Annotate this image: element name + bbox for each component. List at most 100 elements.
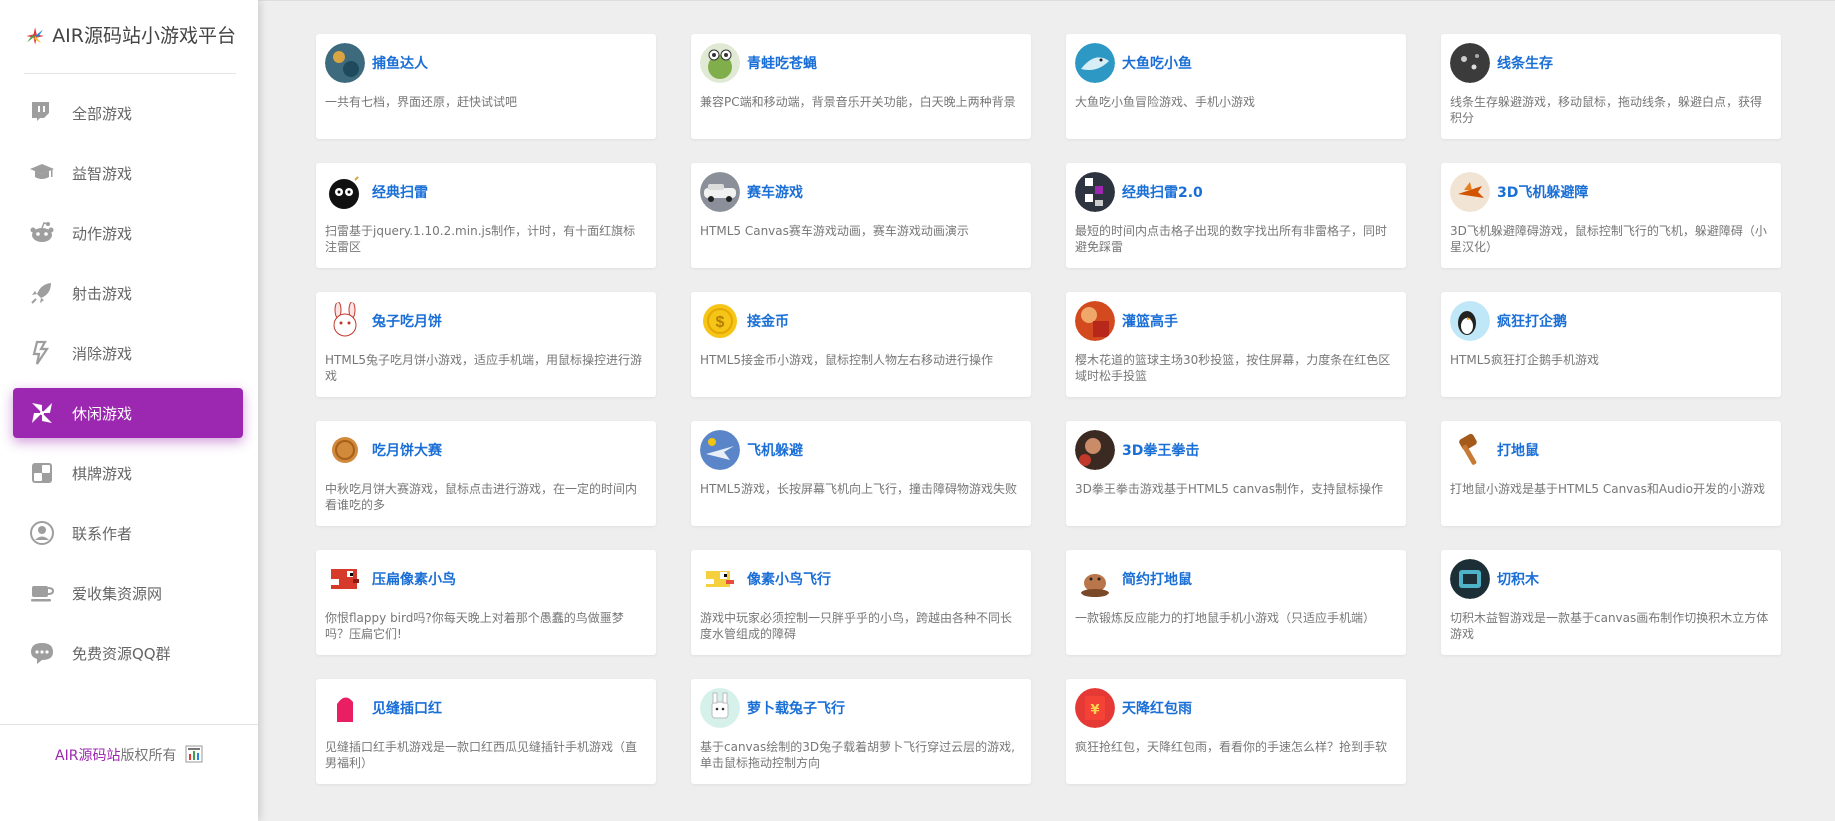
jet-icon[interactable]	[700, 430, 740, 470]
sidebar-item-label: 休闲游戏	[72, 404, 133, 423]
game-card[interactable]: 压扁像素小鸟你恨flappy bird吗?你每天晚上对着那个愚蠢的鸟做噩梦吗？压…	[316, 550, 656, 655]
game-title-link[interactable]: 飞机躲避	[747, 440, 803, 460]
game-card[interactable]: ¥ 天降红包雨 疯狂抢红包，天降红包雨，看看你的手速怎么样？抢到手软	[1066, 679, 1406, 784]
game-card[interactable]: 经典扫雷2.0 最短的时间内点击格子出现的数字找出所有非雷格子，同时避免踩雷	[1066, 163, 1406, 268]
game-card[interactable]: 经典扫雷 扫雷基于jquery.1.10.2.min.js制作，计时，有十面红旗标…	[316, 163, 656, 268]
svg-text:¥: ¥	[1090, 703, 1099, 718]
game-title-link[interactable]: 经典扫雷	[372, 182, 428, 202]
sidebar-item-0[interactable]: 全部游戏	[13, 88, 243, 138]
game-card[interactable]: $ 接金币 HTML5接金币小游戏，鼠标控制人物左右移动进行操作	[691, 292, 1031, 397]
game-description: 3D飞机躲避障碍游戏，鼠标控制飞行的飞机，躲避障碍（小星汉化）	[1450, 224, 1767, 254]
game-title-link[interactable]: 吃月饼大赛	[372, 440, 442, 460]
sidebar-item-1[interactable]: 益智游戏	[13, 148, 243, 198]
sidebar-item-8[interactable]: 爱收集资源网	[13, 568, 243, 618]
mole-icon[interactable]	[1075, 559, 1115, 599]
game-title-link[interactable]: 大鱼吃小鱼	[1122, 53, 1192, 73]
game-card[interactable]: 线条生存 线条生存躲避游戏，移动鼠标，拖动线条，躲避白点，获得积分	[1441, 34, 1781, 139]
game-description: HTML5游戏，长按屏幕飞机向上飞行，撞击障碍物游戏失败	[700, 482, 1018, 496]
stats-badge-icon[interactable]	[185, 745, 203, 763]
game-title-link[interactable]: 疯狂打企鹅	[1497, 311, 1567, 331]
game-card[interactable]: 灌篮高手樱木花道的篮球主场30秒投篮，按住屏幕，力度条在红色区域时松手投篮	[1066, 292, 1406, 397]
game-description: HTML5 Canvas赛车游戏动画，赛车游戏动画演示	[700, 224, 969, 238]
racecar-icon[interactable]	[700, 172, 740, 212]
game-card[interactable]: 吃月饼大赛中秋吃月饼大赛游戏，鼠标点击进行游戏，在一定的时间内看谁吃的多	[316, 421, 656, 526]
game-card[interactable]: 青蛙吃苍蝇 兼容PC端和移动端，背景音乐开关功能，白天晚上两种背景	[691, 34, 1031, 139]
mooncake-icon[interactable]	[325, 430, 365, 470]
game-description: 基于canvas绘制的3D兔子载着胡萝卜飞行穿过云层的游戏,单击鼠标拖动控制方向	[700, 740, 1015, 770]
game-card[interactable]: 见缝插口红 见缝插口红手机游戏是一款口红西瓜见缝插针手机游戏（直男福利）	[316, 679, 656, 784]
bunny-flight-icon[interactable]	[700, 688, 740, 728]
game-title-link[interactable]: 经典扫雷2.0	[1122, 182, 1203, 202]
sidebar-footer: AIR源码站版权所有	[0, 745, 258, 765]
game-description: HTML5兔子吃月饼小游戏，适应手机端，用鼠标操控进行游戏	[325, 353, 643, 383]
game-title-link[interactable]: 压扁像素小鸟	[372, 569, 456, 589]
game-title-link[interactable]: 天降红包雨	[1122, 698, 1192, 718]
game-title-link[interactable]: 灌篮高手	[1122, 311, 1178, 331]
red-envelope-icon[interactable]: ¥	[1075, 688, 1115, 728]
game-title-link[interactable]: 像素小鸟飞行	[747, 569, 831, 589]
game-title-link[interactable]: 捕鱼达人	[372, 53, 428, 73]
sidebar-item-3[interactable]: 射击游戏	[13, 268, 243, 318]
game-title-link[interactable]: 青蛙吃苍蝇	[747, 53, 817, 73]
game-card[interactable]: 疯狂打企鹅 HTML5疯狂打企鹅手机游戏	[1441, 292, 1781, 397]
boxer-icon[interactable]	[1075, 430, 1115, 470]
game-description: 樱木花道的篮球主场30秒投篮，按住屏幕，力度条在红色区域时松手投篮	[1075, 353, 1391, 383]
game-card[interactable]: 3D飞机躲避障 3D飞机躲避障碍游戏，鼠标控制飞行的飞机，躲避障碍（小星汉化）	[1441, 163, 1781, 268]
game-description: 你恨flappy bird吗?你每天晚上对着那个愚蠢的鸟做噩梦吗？压扁它们!	[325, 611, 624, 641]
game-title-link[interactable]: 见缝插口红	[372, 698, 442, 718]
game-card[interactable]: 捕鱼达人一共有七档，界面还原，赶快试试吧	[316, 34, 656, 139]
game-title-link[interactable]: 线条生存	[1497, 53, 1553, 73]
brand[interactable]: AIR源码站小游戏平台	[24, 22, 236, 74]
sidebar-item-2[interactable]: 动作游戏	[13, 208, 243, 258]
rocket-icon	[29, 280, 55, 306]
game-card[interactable]: 兔子吃月饼 HTML5兔子吃月饼小游戏，适应手机端，用鼠标操控进行游戏	[316, 292, 656, 397]
lipstick-icon[interactable]	[325, 688, 365, 728]
game-card[interactable]: 打地鼠 打地鼠小游戏是基于HTML5 Canvas和Audio开发的小游戏	[1441, 421, 1781, 526]
game-card[interactable]: 萝卜载兔子飞行基于canvas绘制的3D兔子载着胡萝卜飞行穿过云层的游戏,单击鼠…	[691, 679, 1031, 784]
game-card[interactable]: 赛车游戏 HTML5 Canvas赛车游戏动画，赛车游戏动画演示	[691, 163, 1031, 268]
sidebar: AIR源码站小游戏平台 全部游戏益智游戏动作游戏射击游戏消除游戏休闲游戏棋牌游戏…	[0, 0, 258, 821]
sidebar-item-6[interactable]: 棋牌游戏	[13, 448, 243, 498]
footer-divider	[0, 724, 258, 725]
footer-brand-link[interactable]: AIR源码站	[55, 748, 120, 764]
sidebar-item-9[interactable]: 免费资源QQ群	[13, 628, 243, 678]
game-description: 一共有七档，界面还原，赶快试试吧	[325, 95, 518, 109]
game-card[interactable]: 大鱼吃小鱼 大鱼吃小鱼冒险游戏、手机小游戏	[1066, 34, 1406, 139]
sidebar-item-label: 益智游戏	[72, 164, 133, 183]
game-title-link[interactable]: 萝卜载兔子飞行	[747, 698, 845, 718]
sidebar-item-5[interactable]: 休闲游戏	[13, 388, 243, 438]
sidebar-item-4[interactable]: 消除游戏	[13, 328, 243, 378]
game-card[interactable]: 像素小鸟飞行 游戏中玩家必须控制一只胖乎乎的小鸟，跨越由各种不同长度水管组成的障碍	[691, 550, 1031, 655]
dots-icon[interactable]	[1450, 43, 1490, 83]
fish-hunter-icon[interactable]	[325, 43, 365, 83]
game-card[interactable]: 3D拳王拳击 3D拳王拳击游戏基于HTML5 canvas制作，支持鼠标操作	[1066, 421, 1406, 526]
basketball-player-icon[interactable]	[1075, 301, 1115, 341]
block-cube-icon[interactable]	[1450, 559, 1490, 599]
penguin-icon[interactable]	[1450, 301, 1490, 341]
flappy-bird-icon[interactable]	[700, 559, 740, 599]
frog-icon[interactable]	[700, 43, 740, 83]
game-title-link[interactable]: 3D拳王拳击	[1122, 440, 1199, 460]
game-description: 中秋吃月饼大赛游戏，鼠标点击进行游戏，在一定的时间内看谁吃的多	[325, 482, 638, 512]
shark-icon[interactable]	[1075, 43, 1115, 83]
minesweeper-grid-icon[interactable]	[1075, 172, 1115, 212]
user-circle-icon	[29, 520, 55, 546]
game-title-link[interactable]: 打地鼠	[1497, 440, 1539, 460]
game-card[interactable]: 切积木 切积木益智游戏是一款基于canvas画布制作切换积木立方体游戏	[1441, 550, 1781, 655]
game-title-link[interactable]: 简约打地鼠	[1122, 569, 1192, 589]
red-pixel-bird-icon[interactable]	[325, 559, 365, 599]
game-card[interactable]: 飞机躲避 HTML5游戏，长按屏幕飞机向上飞行，撞击障碍物游戏失败	[691, 421, 1031, 526]
sidebar-item-7[interactable]: 联系作者	[13, 508, 243, 558]
game-title-link[interactable]: 赛车游戏	[747, 182, 803, 202]
gold-coin-icon[interactable]: $	[700, 301, 740, 341]
rabbit-icon[interactable]	[325, 301, 365, 341]
bomb-face-icon[interactable]	[325, 172, 365, 212]
game-title-link[interactable]: 切积木	[1497, 569, 1539, 589]
game-title-link[interactable]: 兔子吃月饼	[372, 311, 442, 331]
plane-3d-icon[interactable]	[1450, 172, 1490, 212]
game-title-link[interactable]: 接金币	[747, 311, 789, 331]
game-card[interactable]: 简约打地鼠 一款锻炼反应能力的打地鼠手机小游戏（只适应手机端）	[1066, 550, 1406, 655]
sidebar-item-label: 消除游戏	[72, 344, 133, 363]
game-title-link[interactable]: 3D飞机躲避障	[1497, 182, 1588, 202]
hammer-icon[interactable]	[1450, 430, 1490, 470]
